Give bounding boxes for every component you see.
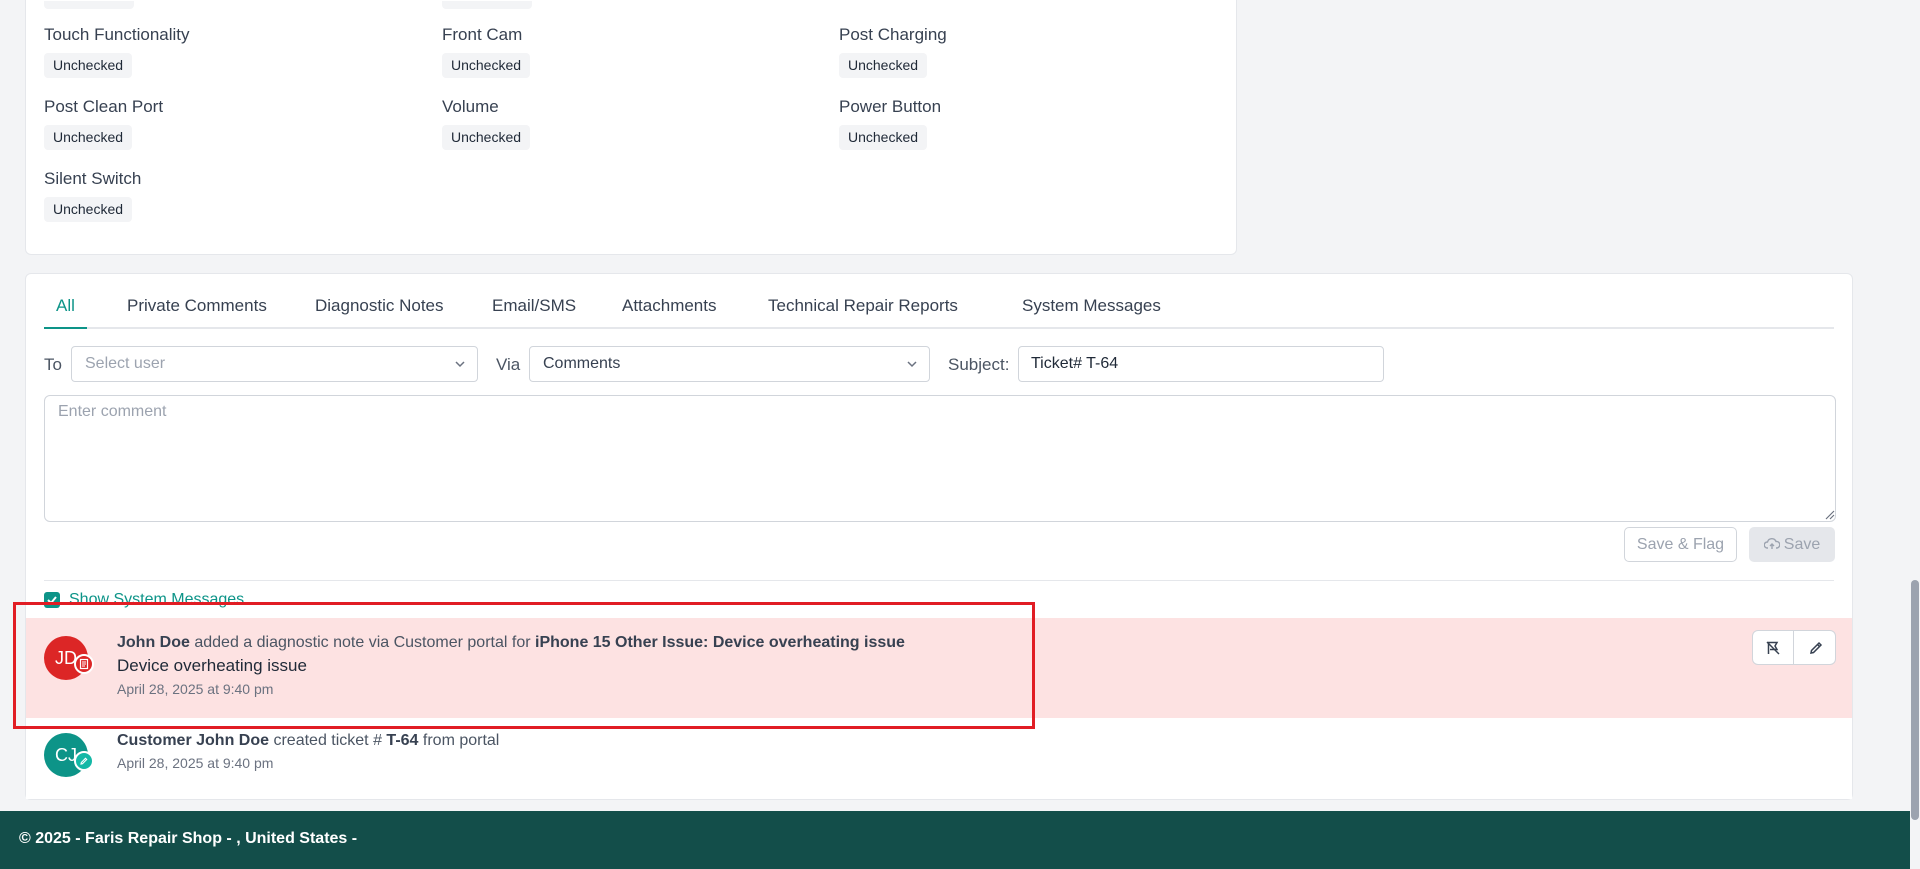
status-badge: Unchecked [839, 125, 928, 150]
check-item-volume: Volume Unchecked [442, 96, 531, 150]
status-badge: Unchecked [442, 53, 531, 78]
message-timestamp: April 28, 2025 at 9:40 pm [117, 755, 274, 771]
show-system-messages-label[interactable]: Show System Messages [69, 590, 244, 610]
chevron-down-icon [907, 361, 917, 368]
message-item: JD John Doe added a diagnostic note via … [26, 618, 1852, 718]
message-action-suffix: from portal [422, 732, 500, 749]
message-actions [1752, 630, 1836, 665]
edit-button[interactable] [1795, 631, 1836, 664]
save-button[interactable]: Save [1749, 527, 1835, 562]
check-item-silent-switch: Silent Switch Unchecked [44, 168, 141, 222]
message-author: John Doe [117, 634, 190, 651]
checkmark-icon [47, 596, 57, 605]
tab-diagnostic-notes[interactable]: Diagnostic Notes [315, 296, 444, 327]
tab-technical-repair-reports[interactable]: Technical Repair Reports [768, 296, 958, 327]
save-and-flag-button[interactable]: Save & Flag [1624, 527, 1737, 562]
via-label: Via [496, 355, 521, 374]
check-item-label: Front Cam [442, 25, 523, 44]
diagnostics-checklist-panel: Touch Functionality Unchecked Front Cam … [25, 0, 1237, 255]
footer: © 2025 - Faris Repair Shop - , United St… [0, 811, 1920, 869]
cloud-upload-icon [1763, 538, 1781, 549]
message-item: CJ Customer John Doe created ticket # T-… [26, 719, 1852, 799]
flag-off-icon [1766, 640, 1780, 655]
message-action: added a diagnostic note via Customer por… [194, 634, 531, 651]
tab-email-sms[interactable]: Email/SMS [492, 296, 576, 327]
message-author: Customer John Doe [117, 732, 270, 749]
note-icon [74, 654, 94, 674]
status-badge: Unchecked [44, 53, 133, 78]
check-item-label: Volume [442, 97, 499, 116]
check-item-front-cam: Front Cam Unchecked [442, 24, 531, 78]
clipped-badge [442, 1, 532, 9]
communications-panel: All Private Comments Diagnostic Notes Em… [25, 273, 1853, 800]
resize-grip-icon[interactable] [1825, 510, 1835, 520]
clipped-badge [44, 1, 134, 9]
message-header: John Doe added a diagnostic note via Cus… [117, 632, 905, 654]
tab-bar: All Private Comments Diagnostic Notes Em… [44, 274, 1834, 329]
pencil-icon [1809, 641, 1822, 654]
subject-label: Subject: [948, 355, 1010, 374]
status-badge: Unchecked [839, 53, 928, 78]
via-select-value: Comments [543, 355, 621, 372]
status-badge: Unchecked [442, 125, 531, 150]
to-label: To [44, 355, 62, 374]
tab-all[interactable]: All [44, 296, 87, 329]
message-header: Customer John Doe created ticket # T-64 … [117, 730, 499, 752]
tab-system-messages[interactable]: System Messages [1022, 296, 1161, 327]
check-item-power-button: Power Button Unchecked [839, 96, 941, 150]
message-target: iPhone 15 Other Issue: Device overheatin… [535, 634, 905, 651]
tab-private-comments[interactable]: Private Comments [127, 296, 267, 327]
check-item-touch-functionality: Touch Functionality Unchecked [44, 24, 190, 78]
message-timestamp: April 28, 2025 at 9:40 pm [117, 681, 274, 697]
unflag-button[interactable] [1753, 631, 1794, 664]
divider [44, 580, 1834, 581]
check-item-label: Power Button [839, 97, 942, 116]
message-action: created ticket # [273, 732, 382, 749]
ticket-number: T-64 [386, 732, 419, 749]
chevron-down-icon [455, 361, 465, 368]
scrollbar-thumb[interactable] [1911, 580, 1919, 820]
via-select[interactable]: Comments [529, 346, 930, 382]
show-system-messages-checkbox[interactable] [44, 592, 60, 608]
check-item-post-clean-port: Post Clean Port Unchecked [44, 96, 163, 150]
check-item-label: Touch Functionality [44, 25, 190, 44]
message-body: Device overheating issue [117, 656, 307, 675]
tab-attachments[interactable]: Attachments [622, 296, 717, 327]
pencil-icon [80, 757, 88, 765]
save-button-label: Save [1783, 536, 1821, 553]
status-badge: Unchecked [44, 125, 133, 150]
to-user-select-value: Select user [85, 355, 166, 372]
comment-textarea[interactable] [44, 395, 1836, 522]
document-icon [79, 658, 89, 670]
check-item-post-charging: Post Charging Unchecked [839, 24, 947, 78]
status-badge: Unchecked [44, 197, 133, 222]
to-user-select[interactable]: Select user [71, 346, 478, 382]
footer-text: © 2025 - Faris Repair Shop - , United St… [19, 830, 358, 847]
edit-badge [74, 751, 94, 771]
check-item-label: Post Charging [839, 25, 947, 44]
subject-input[interactable] [1018, 346, 1384, 382]
scrollbar[interactable] [1910, 0, 1920, 869]
check-item-label: Silent Switch [44, 169, 142, 188]
check-item-label: Post Clean Port [44, 97, 164, 116]
